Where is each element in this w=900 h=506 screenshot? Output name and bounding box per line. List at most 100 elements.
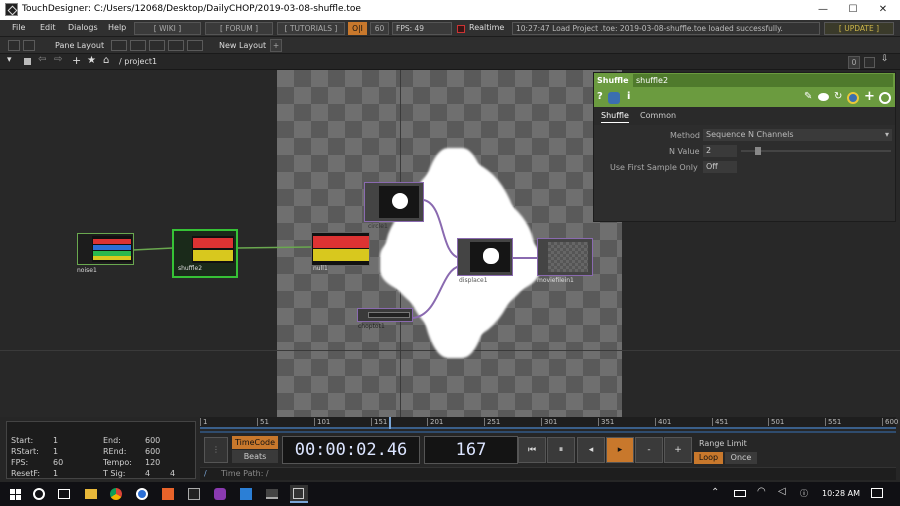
timeline-ruler[interactable]: 1 51 101 151 201 251 301 351 401 451 501 551 600 [200, 417, 898, 429]
pane-split-arrow-icon[interactable]: ⇩ [881, 54, 889, 64]
resetf-value[interactable]: 1 [53, 469, 58, 478]
play-reverse-button[interactable]: ◂ [577, 437, 605, 463]
help-icon[interactable]: ? [597, 91, 603, 102]
wifi-icon[interactable]: ◠ [757, 486, 766, 497]
menu-edit[interactable]: Edit [40, 23, 56, 32]
pane-maximize-button[interactable] [864, 57, 875, 68]
tempo-value[interactable]: 120 [145, 458, 160, 467]
clock[interactable]: 10:28 AM [822, 489, 860, 498]
task-view-icon[interactable] [58, 489, 70, 499]
nvalue-field[interactable]: 2 [703, 145, 737, 157]
method-dropdown[interactable]: Sequence N Channels ▾ [703, 129, 892, 141]
menu-dialogs[interactable]: Dialogs [68, 23, 98, 32]
once-button[interactable]: Once [725, 452, 757, 464]
step-back-button[interactable]: - [635, 437, 663, 463]
node-noise1[interactable] [77, 233, 134, 265]
rewind-to-start-button[interactable]: ⏮ [518, 437, 546, 463]
layout-split-h-button[interactable] [130, 40, 146, 51]
app-icon-orange[interactable] [162, 488, 174, 500]
loop-button[interactable]: Loop [694, 452, 723, 464]
maximize-button[interactable]: ☐ [838, 0, 868, 20]
range-bar[interactable] [200, 431, 896, 433]
chevron-down-icon[interactable]: ▾ [7, 55, 12, 65]
beats-mode-button[interactable]: Beats [232, 450, 278, 463]
cycle-icon[interactable]: ↻ [834, 91, 842, 102]
star-icon[interactable]: ★ [87, 55, 96, 66]
update-button[interactable]: [ UPDATE ] [824, 22, 894, 35]
tab-shuffle[interactable]: Shuffle [601, 111, 629, 123]
python-icon[interactable] [847, 92, 859, 104]
network-path[interactable]: / project1 [119, 57, 157, 66]
close-button[interactable]: ✕ [868, 0, 898, 20]
oi-button[interactable]: O|I [348, 22, 367, 35]
add-icon[interactable]: + [864, 89, 875, 104]
back-arrow-icon[interactable]: ⇦ [38, 54, 46, 65]
play-forward-button[interactable]: ▸ [606, 437, 634, 463]
search-icon[interactable] [33, 488, 45, 500]
home-icon[interactable]: ⌂ [103, 55, 109, 66]
pause-button[interactable]: ⏸ [547, 437, 575, 463]
tsig-numerator[interactable]: 4 [145, 469, 150, 478]
battery-icon[interactable] [734, 490, 746, 497]
pane-icon-a[interactable] [8, 40, 20, 51]
app-icon-purple[interactable] [214, 488, 226, 500]
file-explorer-icon[interactable] [85, 489, 97, 499]
minimize-button[interactable]: — [808, 0, 838, 20]
forum-button[interactable]: [ FORUM ] [205, 22, 273, 35]
step-forward-button[interactable]: + [664, 437, 692, 463]
playhead[interactable] [389, 417, 391, 429]
start-value[interactable]: 1 [53, 436, 58, 445]
layout-split-v-button[interactable] [149, 40, 165, 51]
pencil-icon[interactable]: ✎ [804, 91, 812, 102]
app-icon-blue[interactable] [136, 488, 148, 500]
forward-arrow-icon[interactable]: ⇨ [54, 54, 62, 65]
language-icon[interactable]: ⓘ [800, 488, 808, 499]
rend-value[interactable]: 600 [145, 447, 160, 456]
node-null1[interactable] [311, 232, 370, 266]
stop-icon[interactable] [24, 58, 31, 65]
volume-icon[interactable]: ◁ [778, 486, 786, 497]
plus-icon[interactable]: + [72, 54, 81, 67]
vscode-icon[interactable] [240, 488, 252, 500]
end-value[interactable]: 600 [145, 436, 160, 445]
chevron-up-icon[interactable]: ⌃ [711, 487, 719, 498]
realtime-checkbox[interactable] [457, 25, 465, 33]
first-sample-toggle[interactable]: Off [703, 161, 737, 173]
comment-icon[interactable] [818, 93, 829, 101]
timepath-label[interactable]: Time Path: / [221, 469, 269, 478]
tsig-denominator[interactable]: 4 [170, 469, 175, 478]
tab-common[interactable]: Common [640, 111, 676, 120]
node-circle1[interactable] [364, 182, 424, 222]
target-icon[interactable] [879, 92, 891, 104]
pane-number[interactable]: 0 [848, 56, 860, 69]
terminal-icon[interactable] [188, 488, 200, 500]
touchdesigner-taskbar-icon[interactable] [290, 485, 308, 503]
new-layout-add-button[interactable]: + [270, 39, 282, 52]
node-moviefilein1[interactable] [537, 238, 593, 276]
info-icon[interactable]: i [627, 91, 630, 102]
pane-icon-b[interactable] [23, 40, 35, 51]
menu-help[interactable]: Help [108, 23, 126, 32]
python-help-icon[interactable] [608, 92, 620, 104]
notifications-icon[interactable] [871, 488, 883, 498]
frame-display[interactable]: 167 [424, 436, 518, 464]
windows-start-icon[interactable] [10, 489, 21, 500]
node-choptot1[interactable] [357, 308, 413, 322]
layout-single-button[interactable] [111, 40, 127, 51]
menu-file[interactable]: File [12, 23, 25, 32]
app-icon-monitor[interactable] [266, 489, 278, 499]
layout-triple-button[interactable] [168, 40, 184, 51]
timecode-mode-button[interactable]: TimeCode [232, 436, 278, 449]
tutorials-button[interactable]: [ TUTORIALS ] [277, 22, 345, 35]
pipe-icon[interactable]: ⋮ [204, 437, 228, 463]
layout-quad-button[interactable] [187, 40, 203, 51]
realtime-fps-button[interactable]: 60 [370, 22, 389, 35]
chrome-icon[interactable] [110, 488, 122, 500]
rstart-value[interactable]: 1 [53, 447, 58, 456]
node-displace1[interactable] [457, 238, 513, 276]
nvalue-slider-thumb[interactable] [755, 147, 761, 155]
nvalue-slider-track[interactable] [741, 147, 891, 155]
fps-value[interactable]: 60 [53, 458, 63, 467]
timecode-display[interactable]: 00:00:02.46 [282, 436, 420, 464]
operator-name-field[interactable]: shuffle2 [633, 74, 893, 87]
